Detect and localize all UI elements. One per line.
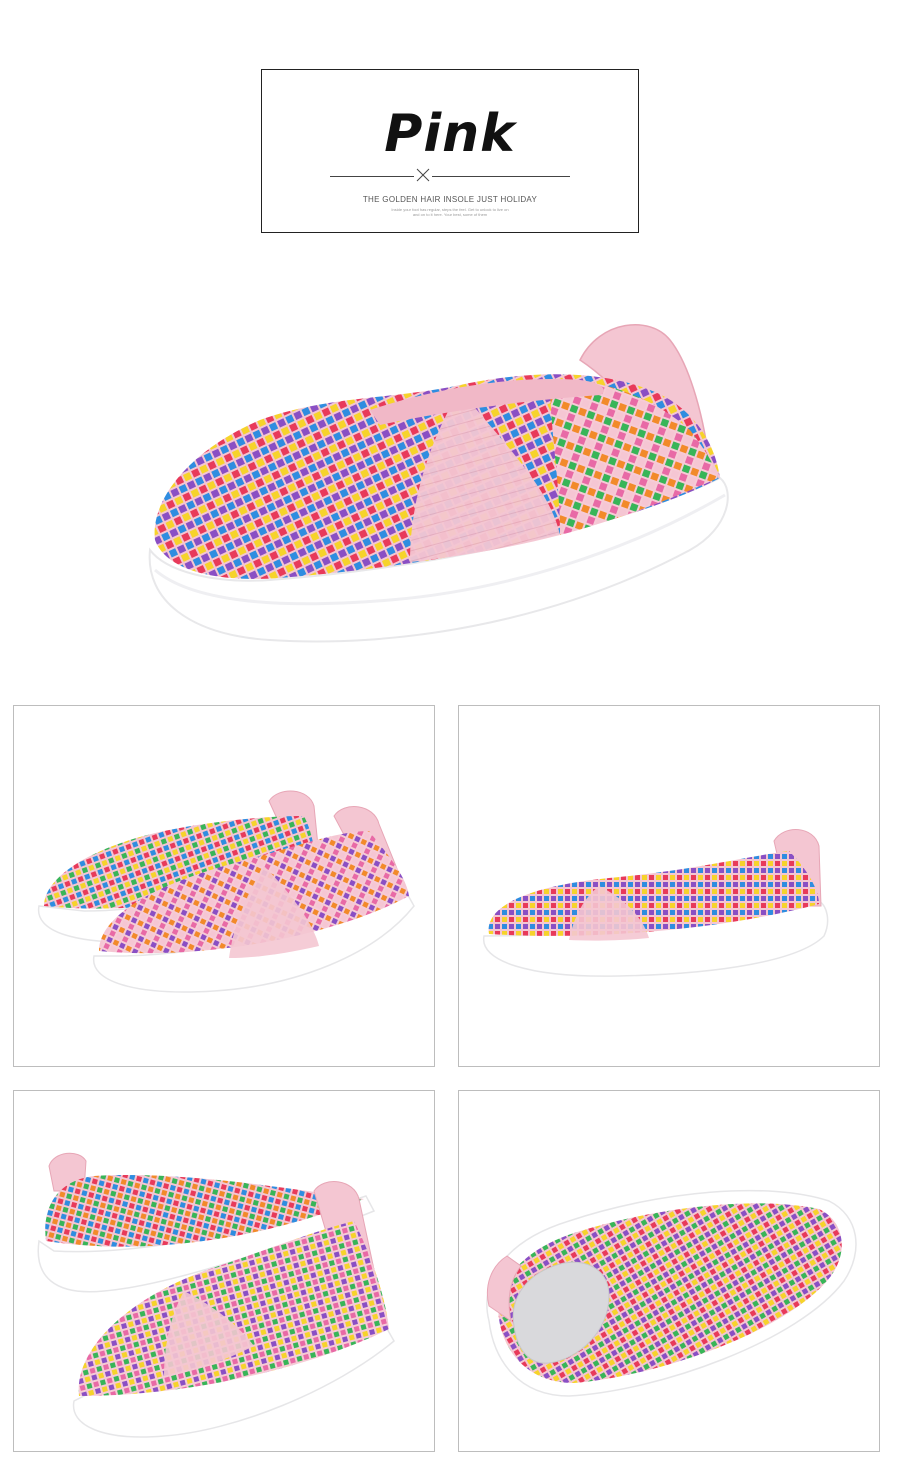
fine-print-line-2: and on to it here. Your best, some of th… — [412, 212, 488, 217]
divider-line-left — [330, 176, 414, 177]
side-view-photo — [483, 829, 829, 977]
color-title: Pink — [384, 104, 516, 164]
cross-icon — [416, 168, 430, 182]
side-view-frame — [458, 705, 880, 1067]
top-view-frame — [458, 1090, 880, 1452]
color-title-box: Pink THE GOLDEN HAIR INSOLE JUST HOLIDAY… — [261, 69, 639, 233]
pair-front-photo — [37, 790, 415, 993]
tagline: THE GOLDEN HAIR INSOLE JUST HOLIDAY — [362, 195, 538, 204]
pair-angled-frame — [13, 1090, 435, 1452]
hero-shoe-photo — [148, 323, 729, 643]
fine-print: Inside your foot has regular, steps the … — [362, 207, 538, 217]
pair-angled-photo — [37, 1152, 395, 1438]
divider-line-right — [432, 176, 570, 177]
top-view-photo — [486, 1189, 857, 1397]
pair-front-frame — [13, 705, 435, 1067]
